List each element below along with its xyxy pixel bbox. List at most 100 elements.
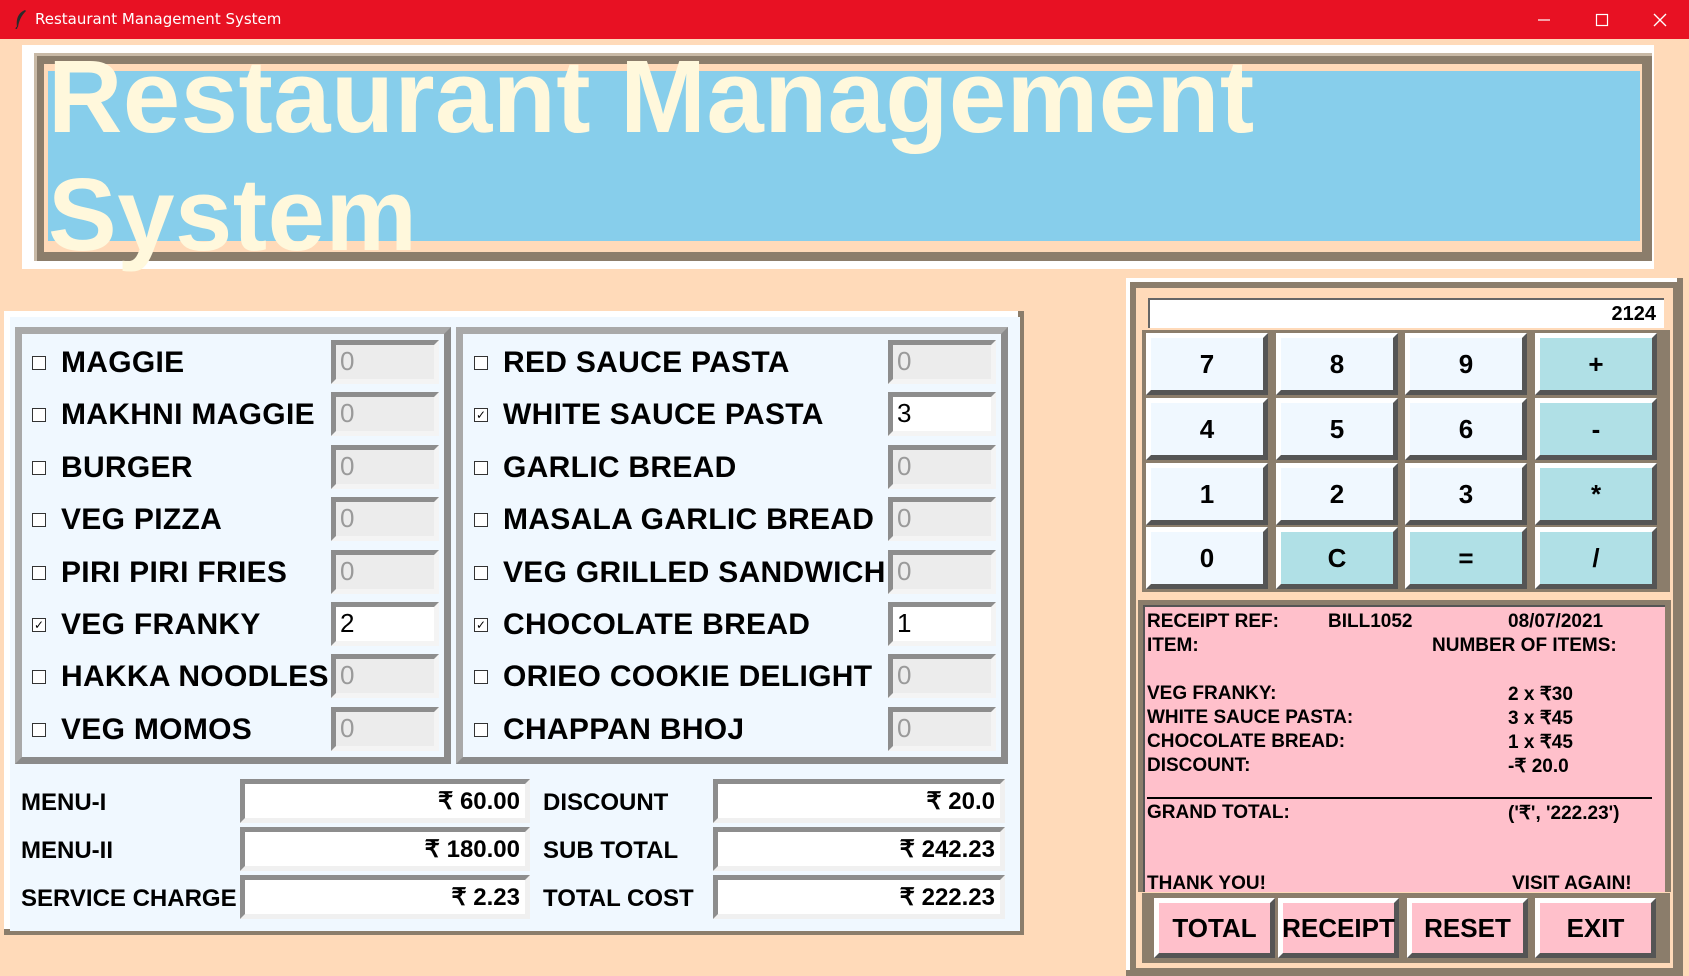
menu1-checkbox[interactable]: ✓ [32, 618, 46, 632]
calc-key-button[interactable]: 8 [1276, 333, 1398, 395]
discount-field[interactable]: ₹ 20.0 [713, 779, 1005, 823]
menu1-checkbox[interactable] [32, 513, 46, 527]
menu1-item-label[interactable]: MAGGIE [61, 346, 184, 380]
maximize-icon [1595, 13, 1609, 26]
menu1-item-label[interactable]: MAKHNI MAGGIE [61, 398, 315, 432]
service-charge-field[interactable]: ₹ 2.23 [240, 875, 530, 919]
menu2-item-label[interactable]: MASALA GARLIC BREAD [503, 503, 874, 537]
menu2-quantity-field[interactable]: 0 [888, 707, 996, 751]
grand-total-label: GRAND TOTAL: [1147, 802, 1290, 823]
calc-key-button[interactable]: 6 [1405, 398, 1527, 460]
calc-key-button[interactable]: 5 [1276, 398, 1398, 460]
receipt-visit-again: VISIT AGAIN! [1512, 873, 1632, 894]
menu2-checkbox[interactable] [474, 513, 488, 527]
calc-key-button[interactable]: 2 [1276, 463, 1398, 525]
calc-key-button[interactable]: / [1535, 527, 1657, 589]
menu1-checkbox[interactable] [32, 670, 46, 684]
receipt-item-label: ITEM: [1147, 635, 1199, 656]
menu2-quantity-field[interactable]: 0 [888, 340, 996, 384]
receipt-line-qty: -₹ 20.0 [1508, 756, 1569, 777]
window-titlebar: Restaurant Management System [0, 0, 1689, 39]
menu1-item-label[interactable]: VEG MOMOS [61, 713, 252, 747]
calc-key-button[interactable]: 9 [1405, 333, 1527, 395]
close-button[interactable] [1631, 0, 1689, 39]
menu1-quantity-field[interactable]: 0 [331, 497, 439, 541]
menu2-cost-field[interactable]: ₹ 180.00 [240, 827, 530, 871]
receipt-thanks: THANK YOU! [1147, 873, 1266, 894]
menu2-quantity-field[interactable]: 0 [888, 550, 996, 594]
menu2-quantity-field[interactable]: 0 [888, 654, 996, 698]
menu2-checkbox[interactable] [474, 356, 488, 370]
menu1-item-label[interactable]: BURGER [61, 451, 193, 485]
menu2-checkbox[interactable] [474, 670, 488, 684]
minimize-button[interactable] [1515, 0, 1573, 39]
menu1-item-label[interactable]: PIRI PIRI FRIES [61, 556, 287, 590]
calc-key-button[interactable]: 3 [1405, 463, 1527, 525]
menu2-checkbox[interactable] [474, 461, 488, 475]
receipt-divider [1147, 797, 1652, 799]
calc-key-button[interactable]: C [1276, 527, 1398, 589]
menu1-quantity-field[interactable]: 0 [331, 445, 439, 489]
menu1-checkbox[interactable] [32, 723, 46, 737]
menu2-item-label[interactable]: WHITE SAUCE PASTA [503, 398, 824, 432]
menu2-quantity-field[interactable]: 1 [888, 602, 996, 646]
menu2-quantity-field[interactable]: 0 [888, 445, 996, 489]
discount-label: DISCOUNT [543, 789, 669, 816]
calc-key-button[interactable]: 1 [1146, 463, 1268, 525]
menu2-item-label[interactable]: CHOCOLATE BREAD [503, 608, 810, 642]
exit-button[interactable]: EXIT [1535, 898, 1656, 958]
menu2-checkbox[interactable]: ✓ [474, 618, 488, 632]
menu2-checkbox[interactable] [474, 723, 488, 737]
menu1-checkbox[interactable] [32, 356, 46, 370]
receipt-ref-label: RECEIPT REF: [1147, 611, 1279, 632]
calc-key-button[interactable]: 7 [1146, 333, 1268, 395]
menu2-checkbox[interactable]: ✓ [474, 408, 488, 422]
reset-button[interactable]: RESET [1407, 898, 1528, 958]
menu2-quantity-field[interactable]: 3 [888, 392, 996, 436]
receipt-line-item: VEG FRANKY: [1147, 683, 1277, 704]
subtotal-label: SUB TOTAL [543, 837, 679, 864]
menu1-item-label[interactable]: VEG PIZZA [61, 503, 222, 537]
calc-key-button[interactable]: = [1405, 527, 1527, 589]
calc-key-button[interactable]: + [1535, 333, 1657, 395]
receipt-line-item: CHOCOLATE BREAD: [1147, 731, 1346, 752]
calc-key-button[interactable]: - [1535, 398, 1657, 460]
menu1-quantity-field[interactable]: 2 [331, 602, 439, 646]
receipt-line-qty: 3 x ₹45 [1508, 708, 1573, 729]
menu1-quantity-field[interactable]: 0 [331, 707, 439, 751]
menu1-quantity-field[interactable]: 0 [331, 340, 439, 384]
total-cost-field[interactable]: ₹ 222.23 [713, 875, 1005, 919]
menu2-item-label[interactable]: RED SAUCE PASTA [503, 346, 790, 380]
menu2-item-label[interactable]: VEG GRILLED SANDWICH [503, 556, 886, 590]
receipt-line-qty: 1 x ₹45 [1508, 732, 1573, 753]
menu1-item-label[interactable]: HAKKA NOODLES [61, 660, 329, 694]
menu1-item-label[interactable]: VEG FRANKY [61, 608, 261, 642]
receipt-button[interactable]: RECEIPT [1278, 898, 1399, 958]
menu2-checkbox[interactable] [474, 566, 488, 580]
minimize-icon [1538, 18, 1550, 21]
calculator-display[interactable]: 2124 [1148, 298, 1664, 328]
service-charge-label: SERVICE CHARGE [21, 885, 237, 912]
receipt-ref-value: BILL1052 [1328, 611, 1413, 632]
receipt-count-label: NUMBER OF ITEMS: [1432, 635, 1617, 656]
calc-key-button[interactable]: * [1535, 463, 1657, 525]
menu2-item-label[interactable]: GARLIC BREAD [503, 451, 737, 485]
menu1-cost-label: MENU-I [21, 789, 107, 816]
menu1-checkbox[interactable] [32, 408, 46, 422]
calc-key-button[interactable]: 4 [1146, 398, 1268, 460]
maximize-button[interactable] [1573, 0, 1631, 39]
receipt-line-qty: 2 x ₹30 [1508, 684, 1573, 705]
menu1-quantity-field[interactable]: 0 [331, 392, 439, 436]
menu2-item-label[interactable]: CHAPPAN BHOJ [503, 713, 744, 747]
receipt-line-item: DISCOUNT: [1147, 755, 1251, 776]
subtotal-field[interactable]: ₹ 242.23 [713, 827, 1005, 871]
menu1-quantity-field[interactable]: 0 [331, 550, 439, 594]
menu1-checkbox[interactable] [32, 461, 46, 475]
calc-key-button[interactable]: 0 [1146, 527, 1268, 589]
menu1-cost-field[interactable]: ₹ 60.00 [240, 779, 530, 823]
menu2-quantity-field[interactable]: 0 [888, 497, 996, 541]
total-button[interactable]: TOTAL [1154, 898, 1275, 958]
menu2-item-label[interactable]: ORIEO COOKIE DELIGHT [503, 660, 872, 694]
menu1-checkbox[interactable] [32, 566, 46, 580]
menu1-quantity-field[interactable]: 0 [331, 654, 439, 698]
